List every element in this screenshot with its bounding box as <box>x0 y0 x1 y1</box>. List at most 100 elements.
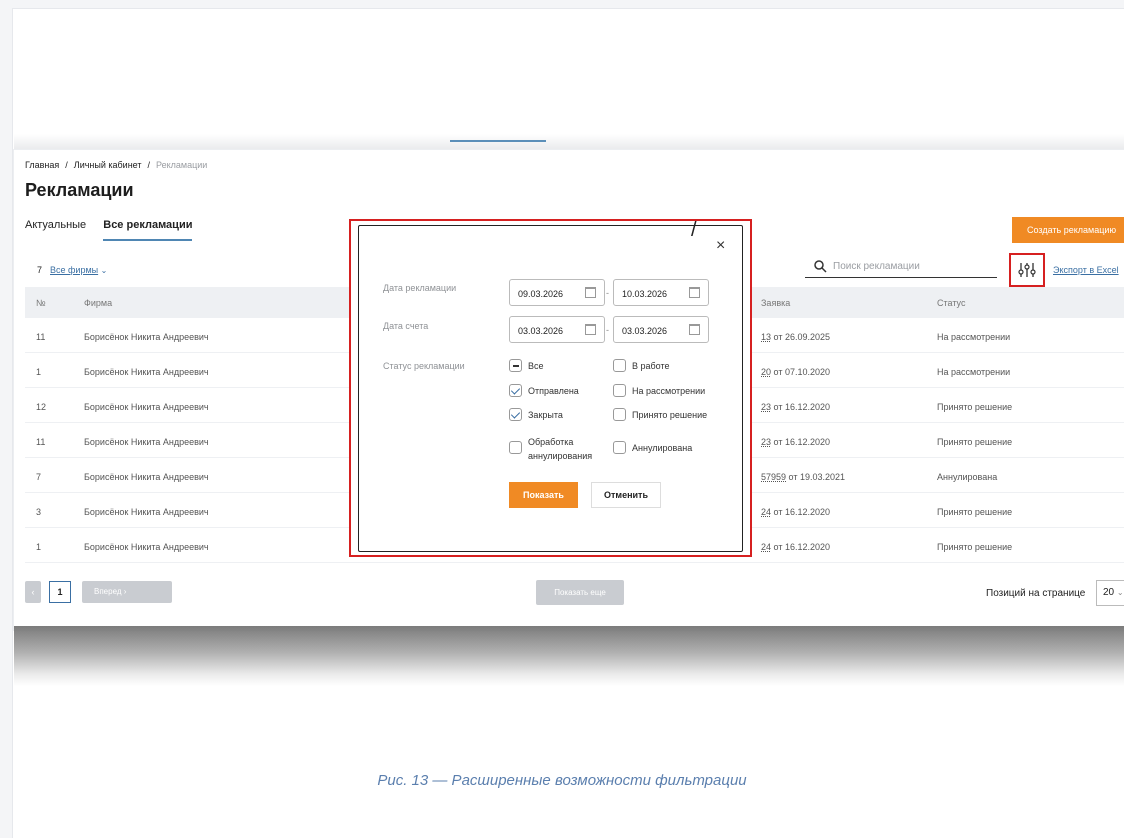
calendar-icon[interactable] <box>689 324 700 335</box>
claim-status-label: Статус рекламации <box>383 361 465 371</box>
application-date: от 26.09.2025 <box>773 332 831 342</box>
application-date: от 07.10.2020 <box>773 367 831 377</box>
application-date: от 19.03.2021 <box>788 472 846 482</box>
cancel-button[interactable]: Отменить <box>591 482 661 508</box>
cell-firm: Борисёнок Никита Андреевич <box>84 437 209 447</box>
cell-application: 13 от 26.09.2025 <box>761 332 830 342</box>
top-accent-line <box>450 140 546 142</box>
cell-num: 11 <box>36 332 46 342</box>
breadcrumb-separator: / <box>147 160 151 170</box>
create-claim-button[interactable]: Создать рекламацию <box>1012 217 1124 243</box>
export-excel-link[interactable]: Экспорт в Excel <box>1053 265 1119 275</box>
cell-status: Принято решение <box>937 507 1013 517</box>
sliders-icon <box>1018 263 1036 277</box>
cell-firm: Борисёнок Никита Андреевич <box>84 542 209 552</box>
cell-num: 3 <box>36 507 42 517</box>
checkbox-label: Обработка аннулирования <box>528 435 592 463</box>
checkbox[interactable] <box>509 441 522 454</box>
cell-application: 24 от 16.12.2020 <box>761 507 830 517</box>
show-button[interactable]: Показать <box>509 482 578 508</box>
claim-date-from-field[interactable]: 09.03.2026 <box>509 279 605 306</box>
cell-num: 7 <box>36 472 42 482</box>
tab-all[interactable]: Все рекламации <box>103 219 193 241</box>
breadcrumb-current: Рекламации <box>156 160 208 170</box>
cell-firm: Борисёнок Никита Андреевич <box>84 507 209 517</box>
calendar-icon[interactable] <box>585 287 596 298</box>
checkbox-label: На рассмотрении <box>632 386 706 396</box>
checkbox-label: Закрыта <box>528 410 563 420</box>
application-link[interactable]: 20 <box>761 367 771 377</box>
cell-firm: Борисёнок Никита Андреевич <box>84 402 209 412</box>
date-range-dash: - <box>606 288 609 298</box>
checkbox-checked[interactable] <box>509 384 522 397</box>
claim-date-to-value: 10.03.2026 <box>622 289 668 299</box>
search-icon <box>814 260 827 273</box>
tab-current[interactable]: Актуальные <box>25 219 86 239</box>
checkbox[interactable] <box>613 441 626 454</box>
checkbox-checked[interactable] <box>509 408 522 421</box>
firms-dropdown[interactable]: Все фирмы <box>50 265 98 275</box>
page-title: Рекламации <box>25 180 134 200</box>
close-icon[interactable]: × <box>716 237 725 255</box>
page-number-button[interactable]: 1 <box>49 581 71 603</box>
invoice-date-from-field[interactable]: 03.03.2026 <box>509 316 605 343</box>
checkbox[interactable] <box>613 359 626 372</box>
checkbox-label: Принято решение <box>632 410 708 420</box>
search-input[interactable]: Поиск рекламации <box>805 258 997 278</box>
application-date: от 16.12.2020 <box>773 507 831 517</box>
cell-application: 23 от 16.12.2020 <box>761 402 830 412</box>
checkbox-indeterminate[interactable] <box>509 359 522 372</box>
per-page-value: 20 <box>1103 587 1115 598</box>
checkbox[interactable] <box>613 384 626 397</box>
cell-application: 23 от 16.12.2020 <box>761 437 830 447</box>
calendar-icon[interactable] <box>585 324 596 335</box>
checkbox-label: Аннулирована <box>632 443 693 453</box>
cell-status: На рассмотрении <box>937 367 1011 377</box>
checkbox-label-line2: аннулирования <box>528 451 593 461</box>
application-date: от 16.12.2020 <box>773 402 831 412</box>
cell-firm: Борисёнок Никита Андреевич <box>84 367 209 377</box>
filter-settings-button[interactable] <box>1009 253 1045 287</box>
application-link[interactable]: 13 <box>761 332 771 342</box>
col-firm: Фирма <box>84 298 113 308</box>
checkbox[interactable] <box>613 408 626 421</box>
cell-application: 57959 от 19.03.2021 <box>761 472 845 482</box>
cell-application: 20 от 07.10.2020 <box>761 367 830 377</box>
claim-date-to-field[interactable]: 10.03.2026 <box>613 279 709 306</box>
checkbox-label: Все <box>528 361 544 371</box>
col-status: Статус <box>937 298 966 308</box>
prev-page-button[interactable]: ‹ <box>25 581 41 603</box>
breadcrumb-separator: / <box>65 160 68 170</box>
per-page-select[interactable]: 20 ⌄ <box>1096 580 1124 606</box>
col-application: Заявка <box>761 298 791 308</box>
invoice-date-label: Дата счета <box>383 321 429 331</box>
firms-filter[interactable]: 7 Все фирмы ⌄ <box>37 265 107 275</box>
cell-status: На рассмотрении <box>937 332 1011 342</box>
chevron-down-icon: ⌄ <box>100 266 108 275</box>
application-link[interactable]: 57959 <box>761 472 786 482</box>
cell-status: Принято решение <box>937 437 1013 447</box>
cell-firm: Борисёнок Никита Андреевич <box>84 472 209 482</box>
application-link[interactable]: 24 <box>761 507 771 517</box>
application-link[interactable]: 23 <box>761 437 771 447</box>
breadcrumb-home[interactable]: Главная <box>25 160 59 170</box>
claim-date-label: Дата рекламации <box>383 283 457 293</box>
cell-num: 11 <box>36 437 46 447</box>
checkbox-label: Отправлена <box>528 386 579 396</box>
date-range-dash: - <box>606 325 609 335</box>
application-date: от 16.12.2020 <box>773 542 831 552</box>
application-date: от 16.12.2020 <box>773 437 831 447</box>
search-placeholder: Поиск рекламации <box>833 261 920 272</box>
tabs: Актуальные Все рекламации <box>25 219 206 241</box>
invoice-date-to-field[interactable]: 03.03.2026 <box>613 316 709 343</box>
show-more-button[interactable]: Показать еще <box>536 580 624 605</box>
claim-date-from-value: 09.03.2026 <box>518 289 564 299</box>
next-page-button[interactable]: Вперед › <box>82 581 172 603</box>
cell-application: 24 от 16.12.2020 <box>761 542 830 552</box>
checkbox-label: В работе <box>632 361 670 371</box>
breadcrumb-cabinet[interactable]: Личный кабинет <box>74 160 142 170</box>
application-link[interactable]: 23 <box>761 402 771 412</box>
application-link[interactable]: 24 <box>761 542 771 552</box>
calendar-icon[interactable] <box>689 287 700 298</box>
invoice-date-to-value: 03.03.2026 <box>622 326 668 336</box>
